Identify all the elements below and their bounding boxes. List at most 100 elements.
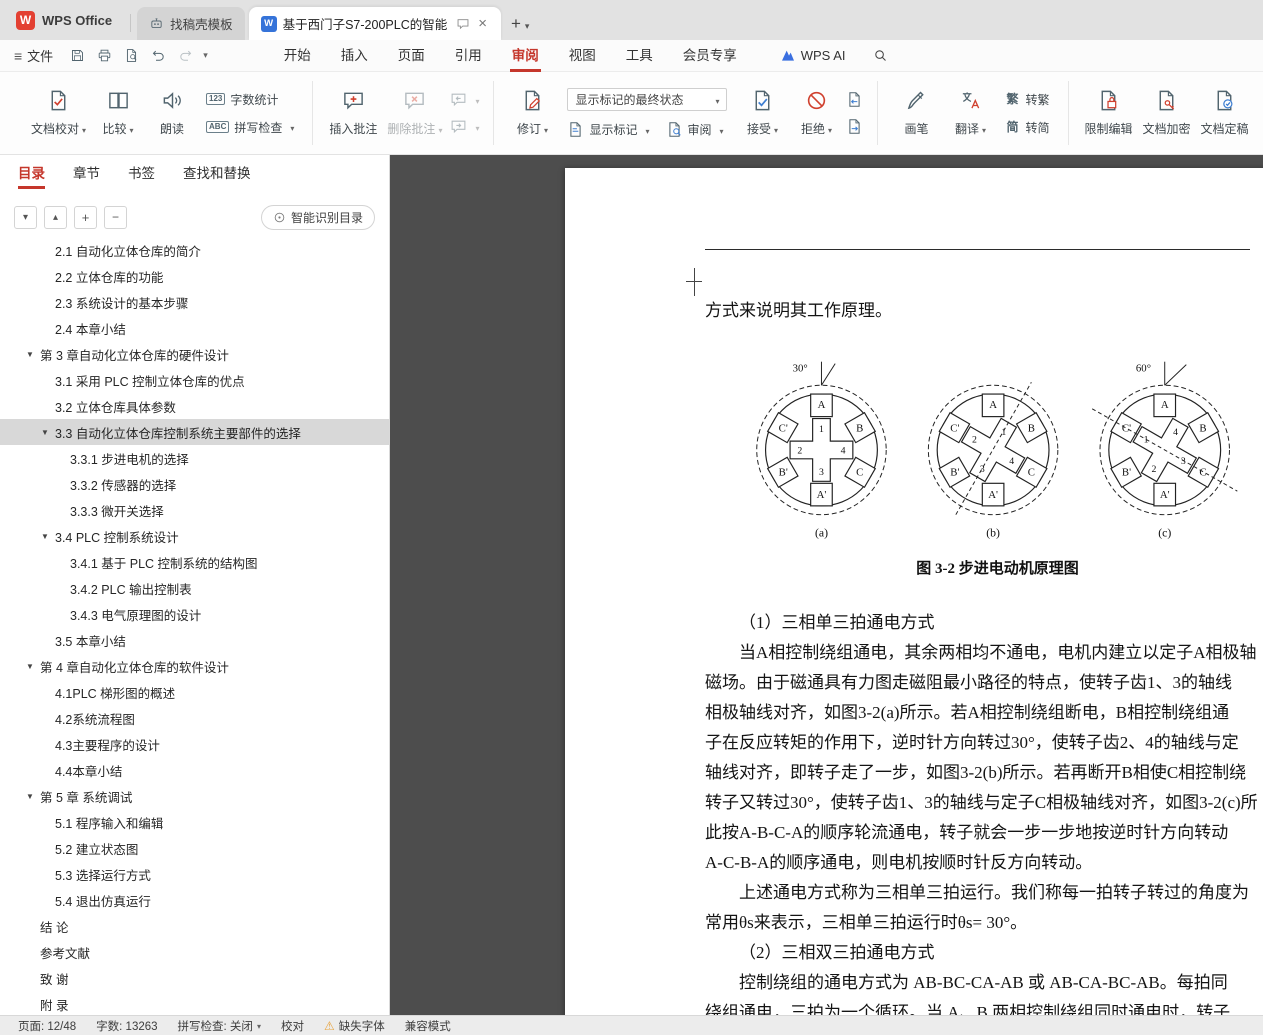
zoom-out-button[interactable] — [104, 205, 127, 229]
toc-item[interactable]: 4.1PLC 梯形图的概述 — [0, 679, 389, 705]
compare-button[interactable]: 比较 — [91, 72, 145, 154]
toc-item[interactable]: 5.3 选择运行方式 — [0, 861, 389, 887]
document-tab-template-store[interactable]: 找稿壳模板 — [137, 7, 245, 40]
reject-change-button[interactable]: 拒绝 — [789, 72, 843, 154]
insert-comment-button[interactable]: 插入批注 — [324, 72, 382, 154]
previous-comment-button[interactable] — [450, 91, 479, 108]
next-comment-button[interactable] — [450, 118, 479, 135]
toc-item[interactable]: 附 录 — [0, 991, 389, 1015]
toc-item[interactable]: 3.4.3 电气原理图的设计 — [0, 601, 389, 627]
toc-item[interactable]: 参考文献 — [0, 939, 389, 965]
document-tab-active[interactable]: W 基于西门子S7-200PLC的智能 — [248, 7, 501, 40]
proofread-status[interactable]: 校对 — [271, 1018, 314, 1034]
toc-item[interactable]: 2.4 本章小结 — [0, 315, 389, 341]
tab-list-chevron-icon[interactable] — [525, 21, 530, 32]
to-simplified-button[interactable]: 转简 — [1004, 119, 1049, 136]
close-tab-icon[interactable] — [476, 15, 489, 32]
ink-brush-button[interactable]: 画笔 — [889, 72, 943, 154]
wps-home-button[interactable]: W WPS Office — [0, 0, 128, 40]
menu-tab[interactable]: 开始 — [269, 40, 326, 72]
restrict-editing-button[interactable]: 限制编辑 — [1080, 72, 1138, 154]
sidebar-tab[interactable]: 书签 — [128, 155, 155, 192]
toc-item[interactable]: 3.2 立体仓库具体参数 — [0, 393, 389, 419]
toc-item[interactable]: 3.3.3 微开关选择 — [0, 497, 389, 523]
expand-triangle-icon[interactable] — [41, 532, 55, 541]
print-preview-button[interactable] — [119, 44, 143, 68]
toc-item[interactable]: 3.3 自动化立体仓库控制系统主要部件的选择 — [0, 419, 389, 445]
menu-tab[interactable]: 视图 — [554, 40, 611, 72]
spellcheck-status[interactable]: 拼写检查: 关闭 — [168, 1018, 271, 1034]
missing-font-warning[interactable]: 缺失字体 — [314, 1018, 395, 1034]
previous-change-button[interactable] — [846, 91, 863, 108]
toc-item[interactable]: 3.5 本章小结 — [0, 627, 389, 653]
toc-item[interactable]: 致 谢 — [0, 965, 389, 991]
show-markup-button[interactable]: 显示标记 — [567, 121, 649, 138]
quick-access-chevron-icon[interactable] — [200, 50, 211, 61]
toc-item[interactable]: 3.3.2 传感器的选择 — [0, 471, 389, 497]
wps-ai-button[interactable]: WPS AI — [780, 48, 846, 64]
file-menu-button[interactable]: 文件 — [0, 46, 65, 65]
review-pane-button[interactable]: 审阅 — [666, 121, 724, 138]
menu-tab[interactable]: 引用 — [440, 40, 497, 72]
to-traditional-button[interactable]: 转繁 — [1004, 91, 1049, 108]
page-indicator[interactable]: 页面: 12/48 — [8, 1018, 86, 1034]
next-change-button[interactable] — [846, 118, 863, 135]
toc-item[interactable]: 2.2 立体仓库的功能 — [0, 263, 389, 289]
toc-item[interactable]: 第 4 章自动化立体仓库的软件设计 — [0, 653, 389, 679]
read-aloud-button[interactable]: 朗读 — [145, 72, 199, 154]
toc-item[interactable]: 3.1 采用 PLC 控制立体仓库的优点 — [0, 367, 389, 393]
expand-all-button[interactable] — [44, 205, 67, 229]
toc-item[interactable]: 第 3 章自动化立体仓库的硬件设计 — [0, 341, 389, 367]
sidebar-tab[interactable]: 章节 — [73, 155, 100, 192]
collapse-all-button[interactable] — [14, 205, 37, 229]
svg-text:C: C — [856, 466, 863, 478]
encrypt-document-button[interactable]: 文档加密 — [1138, 72, 1196, 154]
toc-item[interactable]: 3.3.1 步进电机的选择 — [0, 445, 389, 471]
expand-triangle-icon[interactable] — [26, 350, 40, 359]
toc-item[interactable]: 4.4本章小结 — [0, 757, 389, 783]
menu-tab[interactable]: 会员专享 — [668, 40, 752, 72]
expand-triangle-icon[interactable] — [26, 792, 40, 801]
undo-button[interactable] — [146, 44, 170, 68]
save-button[interactable] — [65, 44, 89, 68]
toc-item[interactable]: 第 5 章 系统调试 — [0, 783, 389, 809]
toc-item[interactable]: 5.1 程序输入和编辑 — [0, 809, 389, 835]
menu-tab[interactable]: 页面 — [383, 40, 440, 72]
finalize-document-button[interactable]: 文档定稿 — [1196, 72, 1254, 154]
zoom-in-button[interactable] — [74, 205, 97, 229]
expand-triangle-icon[interactable] — [41, 428, 55, 437]
toc-item[interactable]: 5.2 建立状态图 — [0, 835, 389, 861]
expand-triangle-icon[interactable] — [26, 662, 40, 671]
toc-item[interactable]: 3.4 PLC 控制系统设计 — [0, 523, 389, 549]
markup-state-select[interactable]: 显示标记的最终状态 — [567, 88, 728, 111]
translate-button[interactable]: 翻译 — [943, 72, 997, 154]
document-page[interactable]: 方式来说明其工作原理。 A B C A' B' C' 1 2 3 4 (a) A… — [565, 168, 1263, 1015]
compatibility-mode-badge[interactable]: 兼容模式 — [395, 1018, 461, 1034]
toc-item[interactable]: 3.4.1 基于 PLC 控制系统的结构图 — [0, 549, 389, 575]
sidebar-tab[interactable]: 目录 — [18, 155, 45, 192]
menu-tab[interactable]: 工具 — [611, 40, 668, 72]
toc-item[interactable]: 4.3主要程序的设计 — [0, 731, 389, 757]
word-count-button[interactable]: 字数统计 — [206, 91, 294, 108]
toc-item[interactable]: 2.1 自动化立体仓库的简介 — [0, 237, 389, 263]
toc-item[interactable]: 4.2系统流程图 — [0, 705, 389, 731]
search-button[interactable] — [868, 43, 894, 69]
toc-item[interactable]: 2.3 系统设计的基本步骤 — [0, 289, 389, 315]
delete-comment-button[interactable]: 删除批注 — [382, 72, 447, 154]
toc-item[interactable]: 5.4 退出仿真运行 — [0, 887, 389, 913]
proofread-button[interactable]: 文档校对 — [26, 72, 91, 154]
smart-toc-button[interactable]: 智能识别目录 — [260, 204, 375, 230]
toc-item[interactable]: 结 论 — [0, 913, 389, 939]
redo-button[interactable] — [173, 44, 197, 68]
sidebar-tab[interactable]: 查找和替换 — [183, 155, 251, 192]
new-tab-button[interactable] — [511, 14, 521, 34]
spell-check-button[interactable]: 拼写检查 — [206, 119, 294, 136]
menu-tab[interactable]: 审阅 — [497, 40, 554, 72]
toc-item-label: 3.3.3 微开关选择 — [70, 504, 164, 519]
print-button[interactable] — [92, 44, 116, 68]
accept-change-button[interactable]: 接受 — [735, 72, 789, 154]
word-count-indicator[interactable]: 字数: 13263 — [86, 1018, 167, 1034]
track-changes-button[interactable]: 修订 — [505, 72, 559, 154]
menu-tab[interactable]: 插入 — [326, 40, 383, 72]
toc-item[interactable]: 3.4.2 PLC 输出控制表 — [0, 575, 389, 601]
